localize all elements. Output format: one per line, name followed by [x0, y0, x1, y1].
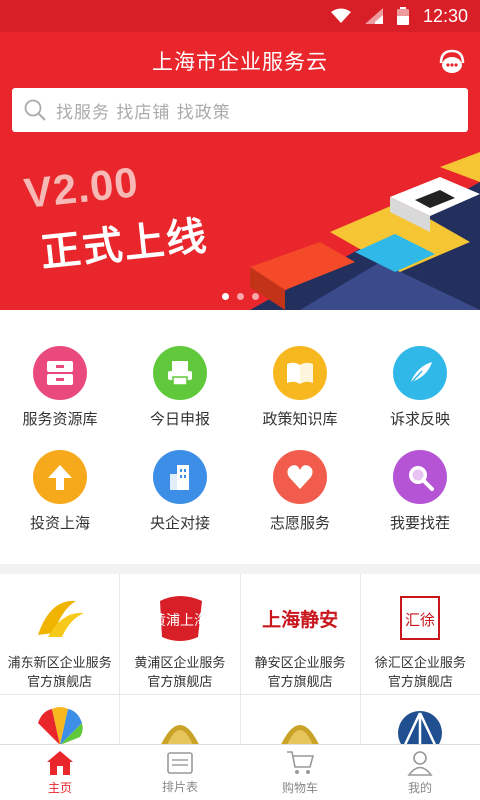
search-input[interactable]: 找服务 找店铺 找政策 [12, 88, 468, 132]
store-subtitle: 官方旗舰店 [27, 675, 93, 690]
store-name: 浦东新区企业服务 [7, 656, 112, 671]
profile-icon [407, 750, 433, 776]
battery-icon [396, 7, 409, 25]
tab-label: 我的 [407, 780, 432, 795]
service-today-declare[interactable]: 今日申报 [120, 346, 240, 450]
magnifier-icon [393, 450, 447, 504]
huangpu-logo-text: 黄浦上海 [154, 612, 206, 629]
tab-label: 主页 [47, 780, 72, 795]
store-card-pudong[interactable]: 浦东新区企业服务 官方旗舰店 [0, 574, 120, 694]
service-invest-shanghai[interactable]: 投资上海 [0, 450, 120, 554]
pudong-logo [30, 592, 90, 644]
book-icon [273, 346, 327, 400]
service-resource-library[interactable]: 服务资源库 [0, 346, 120, 450]
store-subtitle: 官方旗舰店 [147, 675, 213, 690]
service-policy-knowledge[interactable]: 政策知识库 [240, 346, 360, 450]
service-label: 诉求反映 [389, 410, 450, 428]
service-label: 服务资源库 [22, 410, 98, 428]
search-icon [24, 99, 46, 121]
home-icon [47, 750, 73, 775]
service-volunteer[interactable]: 志愿服务 [240, 450, 360, 554]
heart-icon [273, 450, 327, 504]
service-label: 志愿服务 [269, 514, 330, 532]
search-placeholder: 找服务 找店铺 找政策 [56, 102, 231, 123]
promo-banner[interactable]: V2.00 正式上线 [0, 142, 480, 310]
resource-library-icon [33, 346, 87, 400]
service-label: 央企对接 [149, 514, 210, 532]
pager-dot[interactable] [221, 293, 229, 300]
store-name: 黄浦区企业服务 [134, 656, 226, 671]
clock: 12:30 [422, 5, 468, 26]
service-label: 政策知识库 [262, 410, 338, 428]
cart-icon [287, 750, 314, 774]
bottom-tab-bar: 主页 排片表 购物车 我的 [0, 744, 480, 800]
store-subtitle: 官方旗舰店 [387, 675, 453, 690]
tab-profile[interactable]: 我的 [360, 745, 480, 800]
store-name: 徐汇区企业服务 [374, 656, 466, 671]
wifi-icon [330, 8, 351, 23]
service-report-issue[interactable]: 我要找茬 [360, 450, 480, 554]
status-bar: 12:30 [0, 0, 480, 32]
tab-schedule[interactable]: 排片表 [120, 745, 240, 800]
banner-pager [0, 293, 480, 300]
huangpu-logo: 黄浦上海 [150, 592, 210, 644]
printer-icon [153, 346, 207, 400]
service-label: 我要找茬 [389, 514, 450, 532]
xuhui-logo: 汇徐 [390, 592, 450, 644]
store-subtitle: 官方旗舰店 [267, 675, 333, 690]
building-icon [153, 450, 207, 504]
colorful-fan-logo [37, 707, 83, 745]
store-card-jingan[interactable]: 上海静安 静安区企业服务 官方旗舰店 [240, 574, 360, 694]
service-grid: 服务资源库 今日申报 政策知识库 诉求反映 投资上海 央企对接 志愿服务 我要找… [0, 310, 480, 564]
service-label: 今日申报 [149, 410, 210, 428]
feather-icon [393, 346, 447, 400]
tab-cart[interactable]: 购物车 [240, 745, 360, 800]
page-title: 上海市企业服务云 [152, 50, 328, 74]
store-card-xuhui[interactable]: 汇徐 徐汇区企业服务 官方旗舰店 [360, 574, 480, 694]
tab-home[interactable]: 主页 [0, 745, 120, 800]
app-header: 上海市企业服务云 找服务 找店铺 找政策 [0, 32, 480, 142]
tab-label: 排片表 [161, 779, 198, 794]
jingan-logo-text: 上海静安 [262, 608, 339, 631]
customer-service-icon[interactable] [436, 46, 468, 78]
store-name: 静安区企业服务 [254, 656, 346, 671]
arrow-up-icon [33, 450, 87, 504]
signal-icon [364, 8, 383, 24]
service-appeal[interactable]: 诉求反映 [360, 346, 480, 450]
store-card-huangpu[interactable]: 黄浦上海 黄浦区企业服务 官方旗舰店 [120, 574, 240, 694]
service-label: 投资上海 [29, 514, 90, 532]
pager-dot[interactable] [236, 293, 244, 300]
xuhui-logo-text: 汇徐 [405, 611, 435, 629]
pager-dot[interactable] [251, 293, 259, 300]
schedule-icon [167, 751, 193, 774]
jingan-logo: 上海静安 [255, 592, 345, 644]
service-soe-connect[interactable]: 央企对接 [120, 450, 240, 554]
tab-label: 购物车 [281, 780, 318, 795]
